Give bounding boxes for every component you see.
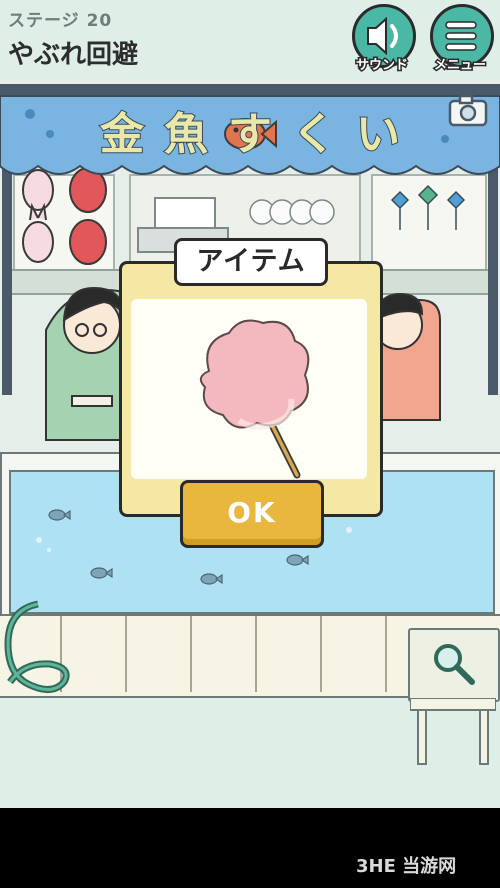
cotton-candy-icon	[199, 319, 310, 479]
camera-button[interactable]	[446, 93, 490, 129]
sound-label: サウンド	[354, 57, 409, 75]
fence-plank	[125, 616, 127, 692]
dialog-title: アイテム	[174, 238, 328, 286]
stage-number: ステージ 20	[8, 11, 113, 31]
camera-icon	[448, 94, 488, 127]
item-dialog-content	[131, 299, 367, 479]
menu-button[interactable]: メニュー	[428, 4, 494, 75]
fence-plank	[385, 616, 387, 692]
sound-button[interactable]: サウンド	[350, 4, 416, 75]
game-screen: 金魚すくい ステージ 20 やぶれ回避 サウンド メニュー アイテム OK	[0, 0, 500, 808]
magnifier-button[interactable]	[408, 628, 500, 702]
menu-label: メニュー	[432, 57, 487, 75]
fence-plank	[255, 616, 257, 692]
stage-title: やぶれ回避	[8, 40, 139, 70]
fence-plank	[190, 616, 192, 692]
fence-plank	[320, 616, 322, 692]
watermark: 3HE 当游网	[356, 856, 457, 877]
magnifier-icon	[434, 644, 475, 685]
sign-text: 金魚すくい	[99, 108, 420, 161]
magnifier-stand	[410, 698, 496, 765]
garden-hose[interactable]	[0, 600, 70, 710]
ok-button[interactable]: OK	[180, 480, 324, 548]
